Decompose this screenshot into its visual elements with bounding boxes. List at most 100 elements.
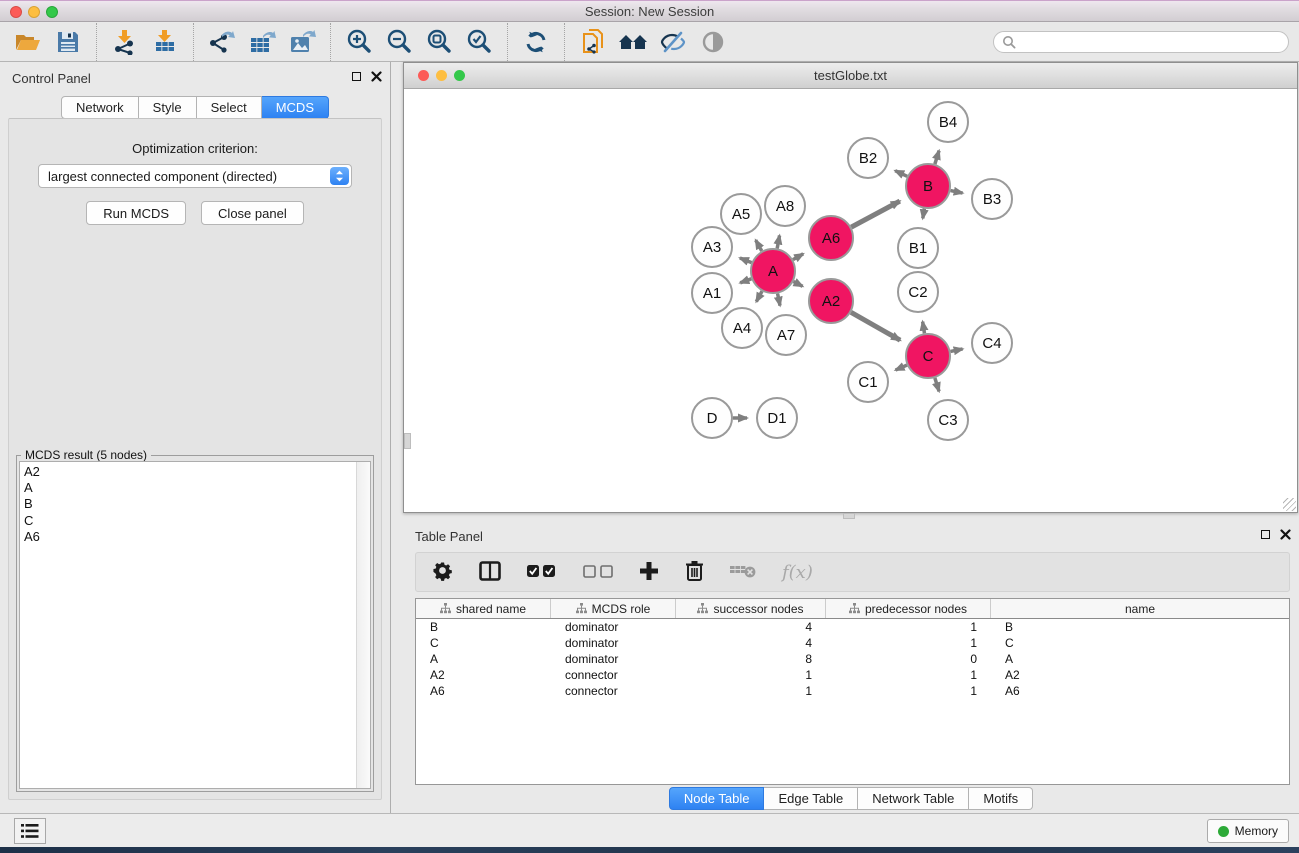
column-header-shared-name[interactable]: shared name xyxy=(416,599,551,618)
zoom-fit-icon[interactable] xyxy=(419,26,459,58)
table-cell[interactable]: A6 xyxy=(416,684,551,698)
open-session-icon[interactable] xyxy=(8,26,48,58)
table-cell[interactable]: dominator xyxy=(551,652,676,666)
float-panel-icon[interactable] xyxy=(352,72,361,81)
table-cell[interactable]: C xyxy=(991,636,1076,650)
window-resize-grip[interactable] xyxy=(1283,498,1296,511)
graph-edge-A6-B[interactable] xyxy=(851,201,900,227)
deselect-all-checkboxes-icon[interactable] xyxy=(583,564,613,581)
tab-network-table[interactable]: Network Table xyxy=(858,787,969,810)
search-input[interactable] xyxy=(1016,34,1280,50)
graph-edge-A-A3[interactable] xyxy=(740,258,752,263)
table-row[interactable]: Cdominator41C xyxy=(416,635,1289,651)
table-cell[interactable]: connector xyxy=(551,684,676,698)
table-cell[interactable]: A2 xyxy=(991,668,1076,682)
table-cell[interactable]: A xyxy=(416,652,551,666)
split-divider-handle[interactable] xyxy=(843,513,855,519)
table-cell[interactable]: 1 xyxy=(826,684,991,698)
table-cell[interactable]: 0 xyxy=(826,652,991,666)
graph-edge-C-C1[interactable] xyxy=(896,365,907,370)
graph-edge-A-A2[interactable] xyxy=(793,282,802,287)
select-all-checkboxes-icon[interactable] xyxy=(527,564,557,581)
graph-edge-C-C4[interactable] xyxy=(951,349,963,351)
toggle-column-view-icon[interactable] xyxy=(479,561,501,584)
graph-node-D[interactable]: D xyxy=(692,398,732,438)
graph-edge-C-C2[interactable] xyxy=(923,322,925,334)
tab-edge-table[interactable]: Edge Table xyxy=(764,787,858,810)
left-edge-handle[interactable] xyxy=(404,433,411,449)
memory-button[interactable]: Memory xyxy=(1207,819,1289,843)
result-list-item[interactable]: C xyxy=(24,513,352,529)
criterion-dropdown[interactable]: largest connected component (directed) xyxy=(38,164,352,188)
graph-node-C3[interactable]: C3 xyxy=(928,400,968,440)
table-cell[interactable]: B xyxy=(416,620,551,634)
tab-select[interactable]: Select xyxy=(197,96,262,119)
network-canvas[interactable]: B4B2BB3A5A8A6A3B1AC2A1A2A4A7CC4C1C3DD1 xyxy=(404,89,1297,512)
graph-node-C2[interactable]: C2 xyxy=(898,272,938,312)
search-field[interactable] xyxy=(993,31,1289,53)
table-row[interactable]: Adominator80A xyxy=(416,651,1289,667)
graph-node-C[interactable]: C xyxy=(906,334,950,378)
result-list-item[interactable]: A2 xyxy=(24,464,352,480)
graph-edge-B-B3[interactable] xyxy=(951,191,963,193)
show-details-icon[interactable] xyxy=(693,26,733,58)
table-cell[interactable]: B xyxy=(991,620,1076,634)
table-cell[interactable]: C xyxy=(416,636,551,650)
table-cell[interactable]: 1 xyxy=(826,636,991,650)
import-network-icon[interactable] xyxy=(105,26,145,58)
import-table-icon[interactable] xyxy=(145,26,185,58)
graph-node-C4[interactable]: C4 xyxy=(972,323,1012,363)
graph-edge-A-A1[interactable] xyxy=(740,279,751,283)
export-image-icon[interactable] xyxy=(282,26,322,58)
table-cell[interactable]: 1 xyxy=(826,668,991,682)
graph-node-B[interactable]: B xyxy=(906,164,950,208)
graph-edge-A2-C[interactable] xyxy=(851,312,900,340)
table-cell[interactable]: A xyxy=(991,652,1076,666)
table-cell[interactable]: 8 xyxy=(676,652,826,666)
graph-edge-B-B1[interactable] xyxy=(923,209,925,219)
graph-node-A8[interactable]: A8 xyxy=(765,186,805,226)
graph-edge-A-A5[interactable] xyxy=(756,240,762,251)
graph-node-D1[interactable]: D1 xyxy=(757,398,797,438)
network-window-titlebar[interactable]: testGlobe.txt xyxy=(404,63,1297,89)
graph-node-A7[interactable]: A7 xyxy=(766,315,806,355)
graph-node-A[interactable]: A xyxy=(751,249,795,293)
graph-edge-A-A8[interactable] xyxy=(777,236,779,249)
result-list-item[interactable]: A xyxy=(24,480,352,496)
table-row[interactable]: A2connector11A2 xyxy=(416,667,1289,683)
add-column-icon[interactable] xyxy=(639,561,659,584)
tab-style[interactable]: Style xyxy=(139,96,197,119)
graph-edge-A-A7[interactable] xyxy=(778,294,780,306)
refresh-view-icon[interactable] xyxy=(516,26,556,58)
graph-node-B4[interactable]: B4 xyxy=(928,102,968,142)
save-session-icon[interactable] xyxy=(48,26,88,58)
graph-node-A4[interactable]: A4 xyxy=(722,308,762,348)
delete-column-icon[interactable] xyxy=(685,560,704,584)
table-row[interactable]: A6connector11A6 xyxy=(416,683,1289,699)
table-row[interactable]: Bdominator41B xyxy=(416,619,1289,635)
table-cell[interactable]: A6 xyxy=(991,684,1076,698)
graph-node-C1[interactable]: C1 xyxy=(848,362,888,402)
table-cell[interactable]: A2 xyxy=(416,668,551,682)
graph-node-A5[interactable]: A5 xyxy=(721,194,761,234)
zoom-selected-icon[interactable] xyxy=(459,26,499,58)
run-mcds-button[interactable]: Run MCDS xyxy=(86,201,186,225)
graph-edge-B-B2[interactable] xyxy=(895,171,907,177)
zoom-out-icon[interactable] xyxy=(379,26,419,58)
table-cell[interactable]: 1 xyxy=(826,620,991,634)
column-header-predecessor-nodes[interactable]: predecessor nodes xyxy=(826,599,991,618)
tab-node-table[interactable]: Node Table xyxy=(669,787,765,810)
tab-mcds[interactable]: MCDS xyxy=(262,96,329,119)
graph-node-A6[interactable]: A6 xyxy=(809,216,853,260)
graph-node-A1[interactable]: A1 xyxy=(692,273,732,313)
table-close-panel-icon[interactable] xyxy=(1280,529,1291,540)
column-header-MCDS-role[interactable]: MCDS role xyxy=(551,599,676,618)
table-cell[interactable]: dominator xyxy=(551,620,676,634)
export-table-icon[interactable] xyxy=(242,26,282,58)
result-list-item[interactable]: A6 xyxy=(24,529,352,545)
graph-edge-A-A6[interactable] xyxy=(793,254,803,260)
table-float-panel-icon[interactable] xyxy=(1261,530,1270,539)
table-cell[interactable]: 4 xyxy=(676,636,826,650)
tab-motifs[interactable]: Motifs xyxy=(969,787,1033,810)
table-cell[interactable]: 1 xyxy=(676,684,826,698)
